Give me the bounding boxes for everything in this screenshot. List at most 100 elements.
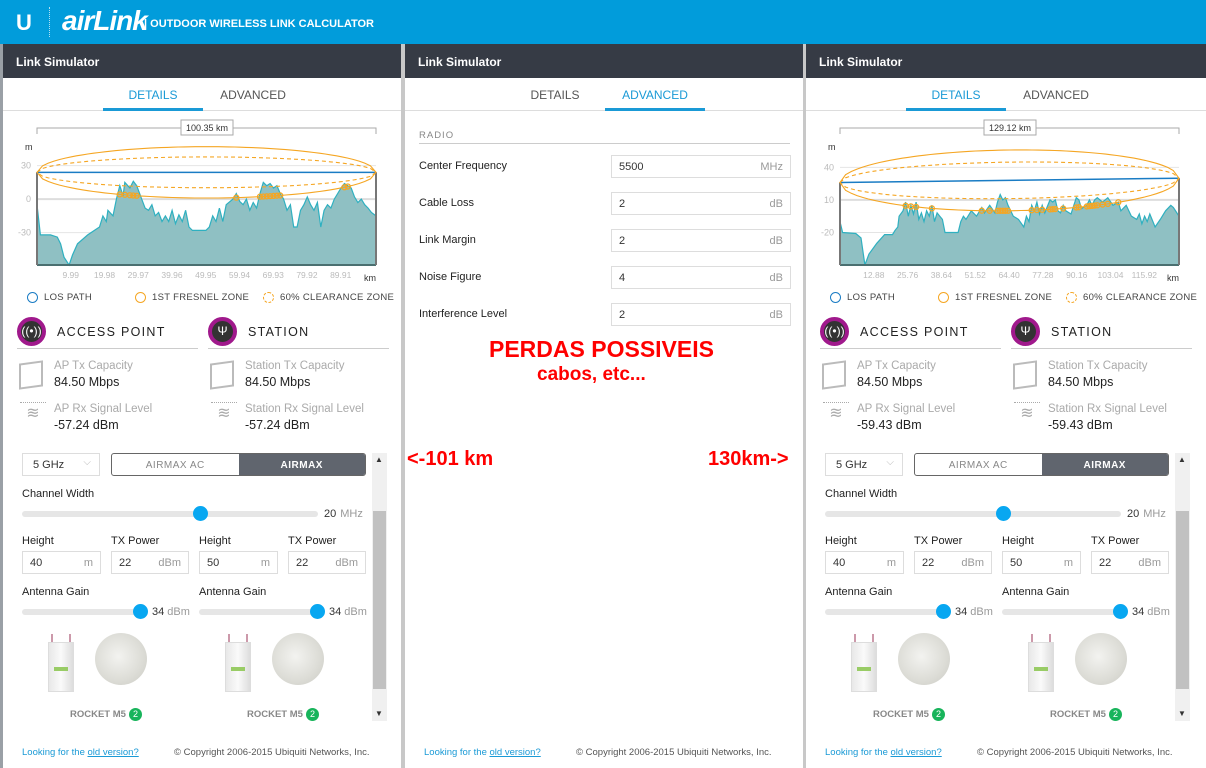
product-name: ROCKET M5 [1050, 709, 1106, 720]
station-tx-value: 84.50 Mbps [1048, 375, 1114, 389]
ap_cfg-gain-slider[interactable] [22, 604, 148, 619]
field-label: Noise Figure [419, 271, 482, 283]
x-tick-label: 38.64 [931, 270, 953, 280]
ap-heading: ACCESS POINT [860, 325, 969, 339]
field-noise-figure: Noise Figure 4 dB [419, 266, 791, 289]
field-input[interactable]: 5500 MHz [611, 155, 791, 178]
st_cfg-height-input[interactable]: 50 m [1002, 551, 1081, 574]
ap_cfg-height-input[interactable]: 40 m [825, 551, 904, 574]
mode-toggle[interactable]: AIRMAX AC AIRMAX [914, 453, 1169, 476]
st_cfg-height-input[interactable]: 50 m [199, 551, 278, 574]
tab-advanced[interactable]: ADVANCED [203, 88, 303, 102]
value: 2 [619, 198, 626, 210]
scrollbar[interactable]: ▲ ▼ [1175, 453, 1190, 721]
x-tick-label: 69.93 [263, 270, 285, 280]
old-version-link[interactable]: Looking for the old version? [22, 747, 139, 758]
x-tick-label: 29.97 [128, 270, 150, 280]
airlink-logo[interactable]: airLink [62, 5, 148, 37]
x-tick-label: 49.95 [195, 270, 217, 280]
unit: dB [769, 309, 783, 321]
link-text: old version? [489, 747, 541, 758]
ap_cfg-tx-power-input[interactable]: 22 dBm [111, 551, 189, 574]
mode-toggle[interactable]: AIRMAX AC AIRMAX [111, 453, 366, 476]
mode-airmax[interactable]: AIRMAX [1041, 454, 1168, 475]
mode-airmax-ac[interactable]: AIRMAX AC [112, 454, 239, 475]
channel-width-slider[interactable] [825, 506, 1121, 521]
x-tick-label: 19.98 [94, 270, 116, 280]
x-tick-label: 9.99 [62, 270, 79, 280]
mode-airmax[interactable]: AIRMAX [238, 454, 365, 475]
x-tick-label: 79.92 [296, 270, 318, 280]
field-interference-level: Interference Level 2 dB [419, 303, 791, 326]
scrollbar-thumb[interactable] [1176, 511, 1189, 689]
st_cfg-tx-power-input[interactable]: 22 dBm [288, 551, 366, 574]
st_cfg-product: ROCKET M5 2 [1050, 704, 1122, 722]
slider-handle[interactable] [936, 604, 951, 619]
slider-handle[interactable] [310, 604, 325, 619]
slider-handle[interactable] [192, 506, 208, 521]
legend-item: 1ST FRESNEL ZONE [135, 292, 249, 303]
panel-title: Link Simulator [405, 44, 803, 78]
unit: m [1063, 557, 1073, 569]
field-input[interactable]: 4 dB [611, 266, 791, 289]
wifi-router-icon: ((•)) [820, 317, 849, 346]
legend-label: 1ST FRESNEL ZONE [955, 292, 1053, 304]
legend-swatch-icon [135, 292, 146, 303]
radio-label-strip [54, 667, 68, 671]
scroll-down-icon[interactable]: ▼ [1178, 709, 1186, 718]
unit: dB [769, 235, 783, 247]
ap_cfg-tx-label: TX Power [111, 535, 160, 547]
tab-details[interactable]: DETAILS [103, 88, 203, 111]
st_cfg-tx-power-input[interactable]: 22 dBm [1091, 551, 1169, 574]
band-select[interactable]: 5 GHz ⌵ [22, 453, 100, 476]
field-link-margin: Link Margin 2 dB [419, 229, 791, 252]
ap_cfg-gain-slider[interactable] [825, 604, 951, 619]
channel-width-slider[interactable] [22, 506, 318, 521]
x-tick-label: 64.40 [998, 270, 1020, 280]
st_cfg-gain-slider[interactable] [1002, 604, 1128, 619]
old-version-link[interactable]: Looking for the old version? [825, 747, 942, 758]
station-tx-value: 84.50 Mbps [245, 375, 311, 389]
x-tick-label: 103.04 [1098, 270, 1124, 280]
field-input[interactable]: 2 dB [611, 303, 791, 326]
product-count-badge: 2 [128, 708, 142, 721]
slider-handle[interactable] [133, 604, 148, 619]
ap-signal-icon: ≋ [20, 402, 46, 423]
old-version-link[interactable]: Looking for the old version? [424, 747, 541, 758]
field-input[interactable]: 2 dB [611, 229, 791, 252]
legend-item: 1ST FRESNEL ZONE [938, 292, 1052, 303]
unit: dBm [167, 606, 190, 618]
scroll-up-icon[interactable]: ▲ [375, 455, 383, 464]
footer: Looking for the old version? © Copyright … [424, 747, 794, 758]
link-simulator-panel-right: Link Simulator DETAILS ADVANCED Looking for… [806, 44, 1206, 768]
tab-details[interactable]: DETAILS [505, 88, 605, 102]
scrollbar-thumb[interactable] [373, 511, 386, 689]
st_cfg-gain-slider[interactable] [199, 604, 325, 619]
ap_cfg-height-label: Height [22, 535, 54, 547]
radio-label-strip [231, 667, 245, 671]
unit: dBm [1147, 606, 1170, 618]
slider-handle[interactable] [995, 506, 1011, 521]
slider-handle[interactable] [1113, 604, 1128, 619]
field-input[interactable]: 2 dB [611, 192, 791, 215]
ubiquiti-logo[interactable]: U [16, 10, 32, 36]
ap_cfg-height-input[interactable]: 40 m [22, 551, 101, 574]
scrollbar[interactable]: ▲ ▼ [372, 453, 387, 721]
antenna-connectors [51, 634, 71, 642]
tab-details[interactable]: DETAILS [906, 88, 1006, 111]
ap_cfg-gain-value: 34 dBm [955, 606, 993, 618]
radio-label-strip [857, 667, 871, 671]
ap_cfg-gain-label: Antenna Gain [825, 586, 893, 598]
copyright: © Copyright 2006-2015 Ubiquiti Networks,… [576, 747, 772, 758]
value: 40 [833, 557, 846, 569]
legend-swatch-icon [938, 292, 949, 303]
scroll-up-icon[interactable]: ▲ [1178, 455, 1186, 464]
value: 34 [152, 606, 165, 618]
ap_cfg-tx-power-input[interactable]: 22 dBm [914, 551, 992, 574]
tab-advanced[interactable]: ADVANCED [605, 88, 705, 111]
mode-airmax-ac[interactable]: AIRMAX AC [915, 454, 1042, 475]
scroll-down-icon[interactable]: ▼ [375, 709, 383, 718]
ap-divider [17, 348, 198, 349]
tab-advanced[interactable]: ADVANCED [1006, 88, 1106, 102]
band-select[interactable]: 5 GHz ⌵ [825, 453, 903, 476]
